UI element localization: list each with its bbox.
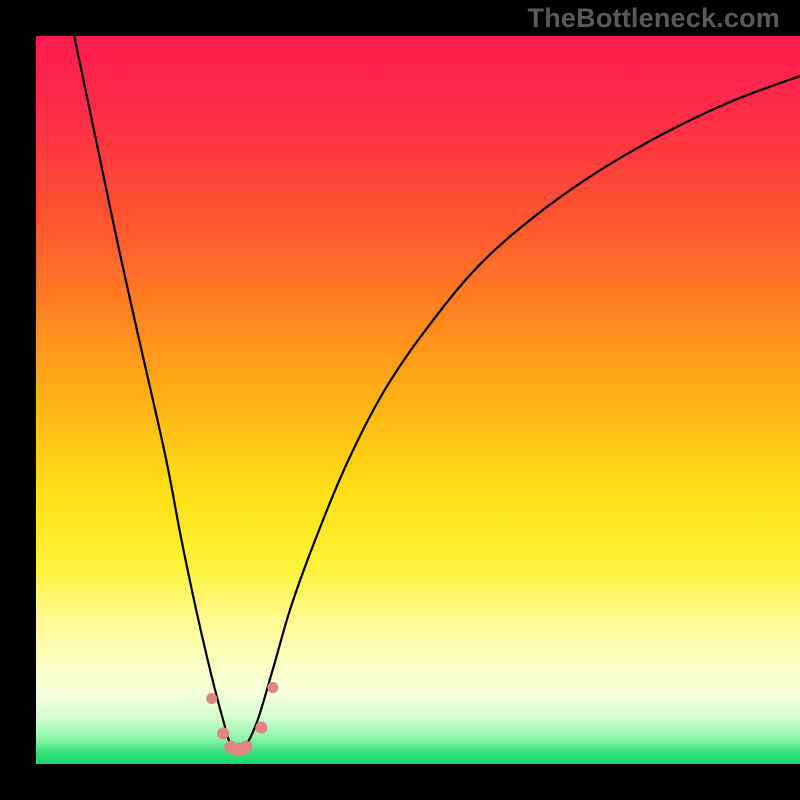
highlight-marker [217,727,229,739]
highlight-marker [267,682,278,693]
chart-plot-area [36,36,800,764]
chart-curve-layer [36,36,800,764]
highlight-marker [240,741,253,754]
highlight-marker [206,693,217,704]
watermark-text: TheBottleneck.com [528,3,780,34]
bottleneck-curve [74,36,800,755]
highlight-marker [255,722,267,734]
